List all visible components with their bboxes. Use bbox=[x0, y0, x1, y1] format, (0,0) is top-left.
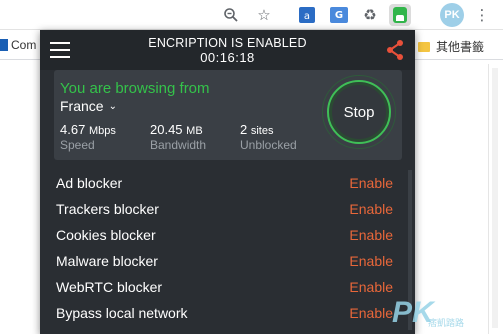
zoom-icon[interactable] bbox=[220, 4, 242, 26]
enable-button[interactable]: Enable bbox=[349, 305, 393, 321]
stop-button[interactable]: Stop bbox=[327, 80, 391, 144]
stat-label: Speed bbox=[60, 138, 95, 152]
watermark-logo: PK 痞凱踏路 bbox=[392, 296, 502, 332]
svg-text:a: a bbox=[304, 11, 310, 22]
recycle-icon[interactable]: ♻ bbox=[359, 4, 381, 26]
popup-header: ENCRIPTION IS ENABLED 00:16:18 bbox=[40, 30, 415, 70]
enable-button[interactable]: Enable bbox=[349, 201, 393, 217]
share-icon[interactable] bbox=[384, 39, 406, 61]
session-timer: 00:16:18 bbox=[200, 50, 255, 65]
vpn-extension-icon[interactable] bbox=[389, 4, 411, 26]
enable-button[interactable]: Enable bbox=[349, 175, 393, 191]
avatar[interactable]: PK bbox=[440, 3, 464, 27]
stat-value: 4.67 bbox=[60, 122, 86, 137]
feature-row-ad-blocker: Ad blocker Enable bbox=[46, 170, 408, 196]
feature-name: Trackers blocker bbox=[56, 201, 159, 217]
feature-name: Cookies blocker bbox=[56, 227, 156, 243]
stat-label: Bandwidth bbox=[150, 138, 207, 152]
bookmark-item[interactable]: Com bbox=[0, 38, 36, 52]
bookmark-favicon-icon bbox=[0, 39, 8, 51]
feature-row-trackers-blocker: Trackers blocker Enable bbox=[46, 196, 408, 222]
more-icon[interactable]: ⋮ bbox=[471, 4, 493, 26]
feature-list: Ad blocker Enable Trackers blocker Enabl… bbox=[46, 170, 408, 326]
stat-value: 2 bbox=[240, 122, 248, 137]
star-icon[interactable]: ☆ bbox=[253, 4, 275, 26]
chevron-down-icon: ⌄ bbox=[108, 100, 117, 112]
enable-button[interactable]: Enable bbox=[349, 253, 393, 269]
stat-value: 20.45 bbox=[150, 122, 183, 137]
feature-name: Ad blocker bbox=[56, 175, 123, 191]
country-selector[interactable]: France ⌄ bbox=[60, 98, 117, 114]
feature-name: Malware blocker bbox=[56, 253, 158, 269]
enable-button[interactable]: Enable bbox=[349, 227, 393, 243]
connection-status-panel: You are browsing from France ⌄ 4.67 Mbps… bbox=[54, 70, 402, 160]
country-label: France bbox=[60, 98, 104, 114]
stat-label: Unblocked bbox=[240, 138, 297, 152]
feature-row-cookies-blocker: Cookies blocker Enable bbox=[46, 222, 408, 248]
google-translate-icon[interactable]: G bbox=[328, 4, 350, 26]
folder-icon bbox=[418, 41, 430, 52]
browser-toolbar: ☆ a G ♻ PK ⋮ bbox=[0, 0, 503, 30]
stat-speed: 4.67 Mbps Speed bbox=[60, 122, 116, 152]
page-scrollbar[interactable] bbox=[488, 64, 501, 334]
stat-unblocked: 2 sites Unblocked bbox=[240, 122, 297, 152]
watermark-subtitle: 痞凱踏路 bbox=[428, 318, 465, 328]
bookmark-label: Com bbox=[11, 38, 37, 52]
translate-badge: G bbox=[330, 7, 348, 23]
encryption-status: ENCRIPTION IS ENABLED bbox=[148, 36, 307, 50]
enable-button[interactable]: Enable bbox=[349, 279, 393, 295]
feature-row-bypass-local-network: Bypass local network Enable bbox=[46, 300, 408, 326]
feature-name: Bypass local network bbox=[56, 305, 188, 321]
other-bookmarks[interactable]: 其他書籤 bbox=[418, 38, 484, 55]
stat-bandwidth: 20.45 MB Bandwidth bbox=[150, 122, 206, 152]
feature-name: WebRTC blocker bbox=[56, 279, 163, 295]
browsing-from-label: You are browsing from bbox=[60, 80, 210, 97]
vpn-popup: ENCRIPTION IS ENABLED 00:16:18 You are b… bbox=[40, 30, 415, 334]
stat-unit: MB bbox=[186, 125, 203, 137]
feature-row-malware-blocker: Malware blocker Enable bbox=[46, 248, 408, 274]
other-bookmarks-label: 其他書籤 bbox=[436, 40, 485, 54]
stat-unit: sites bbox=[250, 125, 274, 137]
feature-row-webrtc-blocker: WebRTC blocker Enable bbox=[46, 274, 408, 300]
translate-icon[interactable]: a bbox=[296, 4, 318, 26]
stat-unit: Mbps bbox=[88, 125, 116, 137]
